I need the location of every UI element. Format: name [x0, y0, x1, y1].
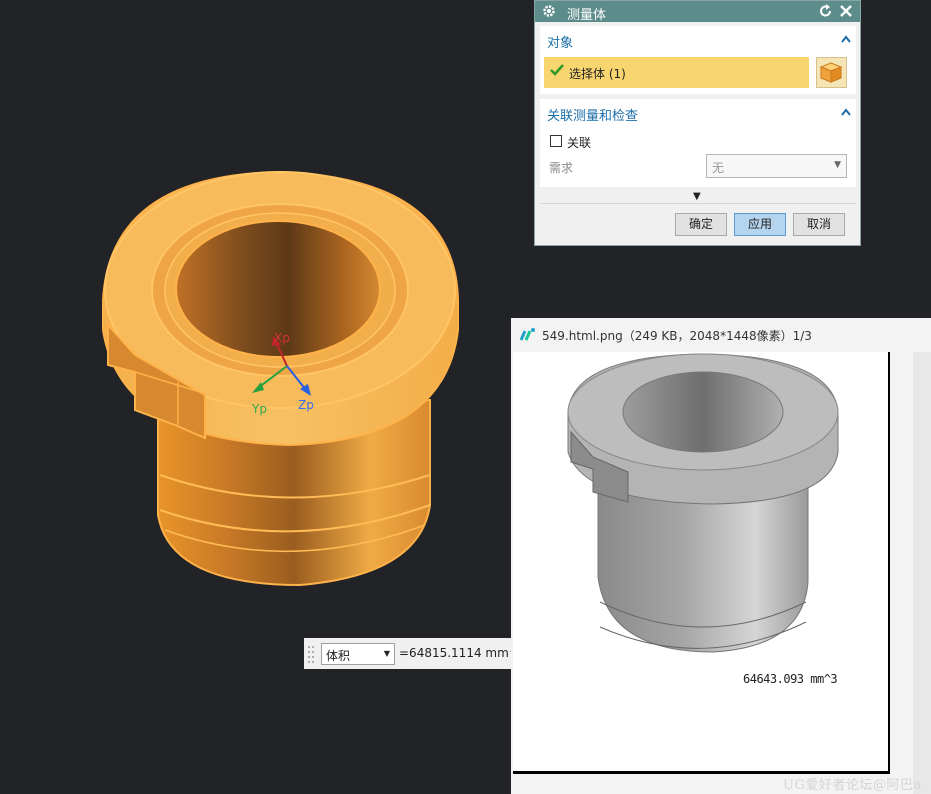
viewer-title-bar[interactable]: 549.html.png（249 KB，2048*1448像素）1/3: [511, 318, 931, 350]
section-associativity: 关联测量和检查 关联 需求 无 ▼: [540, 99, 856, 187]
check-icon: [550, 63, 564, 80]
dialog-title-bar[interactable]: 测量体: [535, 1, 860, 23]
drawing-volume-label: 64643.093 mm^3: [743, 672, 838, 686]
section-assoc-header: 关联测量和检查: [547, 109, 639, 124]
divider: [540, 203, 856, 204]
dropdown-arrow-icon: ▼: [834, 160, 841, 170]
reset-icon[interactable]: [818, 3, 834, 22]
requirement-select[interactable]: 无 ▼: [706, 154, 847, 178]
cancel-button[interactable]: 取消: [793, 213, 845, 236]
viewer-logo-icon: [519, 326, 537, 345]
collapse-object-icon[interactable]: [841, 32, 851, 46]
close-icon[interactable]: [838, 3, 854, 22]
viewer-title: 549.html.png（249 KB，2048*1448像素）1/3: [542, 329, 812, 343]
expand-more-icon[interactable]: ▼: [693, 191, 701, 202]
drag-grip-icon[interactable]: [307, 644, 315, 667]
requirement-label: 需求: [549, 161, 574, 175]
ok-button[interactable]: 确定: [675, 213, 727, 236]
z-axis-label: Zp: [298, 398, 314, 412]
associative-checkbox[interactable]: [550, 135, 562, 147]
measurement-readout: 体积 ▼ =64815.1114 mm^3: [304, 638, 513, 669]
select-body-row[interactable]: 选择体 (1): [544, 57, 809, 88]
image-viewer: 549.html.png（249 KB，2048*1448像素）1/3 6464…: [511, 318, 931, 794]
x-axis-label: Xp: [274, 331, 290, 345]
section-object: 对象 选择体 (1): [540, 26, 856, 94]
measure-type-select[interactable]: 体积 ▼: [321, 643, 395, 665]
measure-type-value: 体积: [326, 649, 351, 663]
requirement-value: 无: [712, 161, 725, 175]
collapse-assoc-icon[interactable]: [841, 105, 851, 119]
solid-body-icon[interactable]: [816, 57, 847, 88]
dialog-title: 测量体: [567, 8, 607, 23]
grey-part-render: [567, 353, 839, 653]
section-object-header: 对象: [547, 36, 574, 51]
gear-icon: [542, 3, 556, 22]
apply-button[interactable]: 应用: [734, 213, 786, 236]
drawing-preview[interactable]: 64643.093 mm^3: [513, 352, 890, 774]
forum-watermark: UG爱好者论坛@阿巴a: [783, 778, 922, 793]
viewer-scrollbar[interactable]: [913, 352, 931, 794]
select-body-label: 选择体 (1): [569, 67, 626, 81]
associative-label: 关联: [567, 136, 592, 150]
measure-body-dialog: 测量体 对象 选择体 (1) 关联测量和检查 关联 需求 无 ▼ ▼ 确定 应用…: [534, 0, 861, 246]
volume-value: =64815.1114 mm^3: [399, 646, 513, 660]
y-axis-label: Yp: [251, 402, 267, 416]
dropdown-arrow-icon: ▼: [383, 649, 390, 658]
